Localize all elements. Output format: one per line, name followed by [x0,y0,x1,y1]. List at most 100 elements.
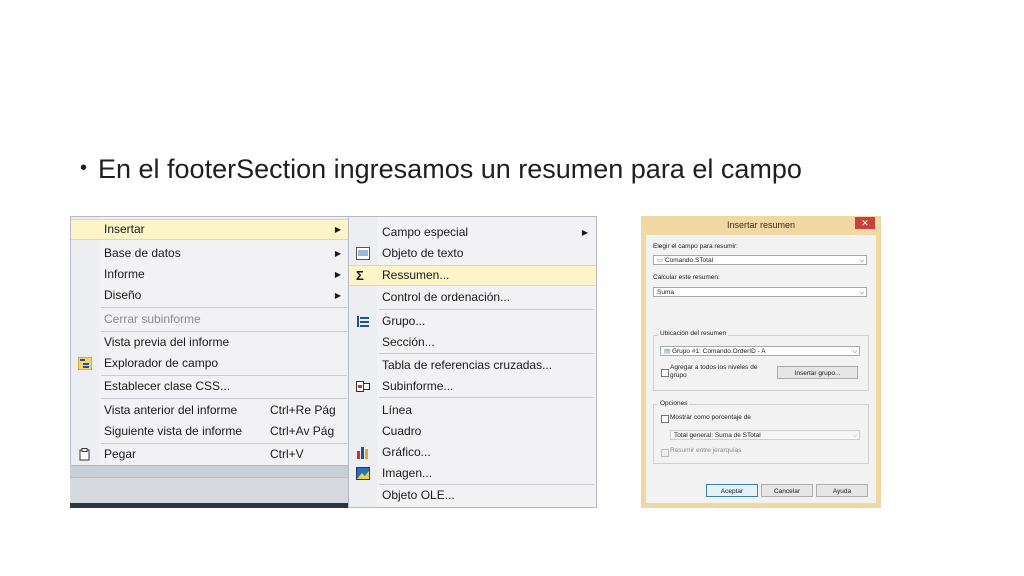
menu-item-label: Explorador de campo [104,356,219,370]
submenu-arrow-icon: ▶ [581,228,588,237]
chevron-down-icon: ⌵ [852,349,857,355]
chevron-down-icon: ⌵ [852,433,857,439]
menu-item-grafico[interactable]: Gráfico... [349,442,596,463]
menu-item-imagen[interactable]: Imagen... [349,463,596,484]
menu-item-linea[interactable]: Línea [349,400,596,421]
context-menu-screenshot: Insertar ▶ Base de datos ▶ Informe ▶ Dis… [70,216,597,508]
group-icon: ▤ [664,348,672,355]
menu-item-label: Sección... [382,335,435,349]
percent-select: Total general: Suma de STotal ⌵ [670,430,860,440]
menu-item-label: Establecer clase CSS... [104,379,231,393]
calc-label: Calcular este resumen: [653,274,720,281]
menu-item-siguiente-vista[interactable]: Siguiente vista de informe Ctrl+Av Pág [71,421,349,442]
hierarchy-checkbox [661,449,669,457]
menu-item-ressumen[interactable]: Σ Ressumen... [349,265,596,286]
percent-label: Mostrar como porcentaje de [670,414,751,421]
menu-item-subinforme[interactable]: Subinforme... [349,376,596,397]
menu-item-cerrar-subinforme: Cerrar subinforme [71,309,349,330]
menu-item-pegar[interactable]: Pegar Ctrl+V [71,444,349,465]
menu-item-base-de-datos[interactable]: Base de datos ▶ [71,243,349,264]
menu-separator [101,398,347,399]
menu-item-label: Base de datos [104,246,181,260]
calc-select-value: Suma [657,289,674,296]
menu-separator [101,307,347,308]
menu-separator [379,353,594,354]
chart-icon [357,447,368,459]
menu-item-label: Gráfico... [382,445,431,459]
location-groupbox [653,335,869,391]
location-select[interactable]: ▤ Grupo #1: Comando.OrderID - A ⌵ [660,346,860,356]
menu-item-shortcut: Ctrl+V [270,447,304,461]
slide-bullet: • En el footerSection ingresamos un resum… [80,154,802,185]
add-all-levels-label-2: grupo [670,372,687,379]
insert-group-button[interactable]: Insertar grupo... [777,366,858,379]
field-select[interactable]: ▭ Comando.STotal ⌵ [653,255,867,265]
chevron-down-icon: ⌵ [859,290,864,296]
add-all-levels-label: Agregar a todos los niveles de [670,364,758,371]
menu-item-label: Objeto OLE... [382,488,455,502]
menu-item-label: Tabla de referencias cruzadas... [382,358,553,372]
calc-select[interactable]: Suma ⌵ [653,287,867,297]
cancel-button[interactable]: Cancelar [761,484,813,497]
close-icon[interactable]: ✕ [855,217,875,229]
menu-item-objeto-texto[interactable]: Objeto de texto [349,243,596,264]
dialog-body: Elegir el campo para resumir: ▭ Comando.… [646,235,876,503]
menu-item-tabla-referencias[interactable]: Tabla de referencias cruzadas... [349,355,596,376]
menu-item-label: Cerrar subinforme [104,312,201,326]
menu-item-label: Objeto de texto [382,246,464,260]
menu-item-campo-especial[interactable]: Campo especial ▶ [349,222,596,243]
group-icon [357,316,369,327]
add-all-levels-checkbox[interactable] [661,369,669,377]
menu-item-seccion[interactable]: Sección... [349,332,596,353]
menu-item-explorador-campo[interactable]: Explorador de campo [71,353,349,374]
menu-item-label: Imagen... [382,466,433,480]
menu-item-vista-anterior[interactable]: Vista anterior del informe Ctrl+Re Pág [71,400,349,421]
field-icon: ▭ [657,257,665,264]
menu-item-shortcut: Ctrl+Av Pág [270,424,335,438]
percent-select-value: Total general: Suma de STotal [674,432,761,439]
help-button[interactable]: Ayuda [816,484,868,497]
menu-item-label: Diseño [104,288,142,302]
subreport-icon [356,381,370,392]
menu-item-grupo[interactable]: Grupo... [349,311,596,332]
menu-item-label: Insertar [104,222,145,236]
menu-item-label: Vista anterior del informe [104,403,238,417]
menu-item-insertar[interactable]: Insertar ▶ [71,219,349,240]
location-group-title: Ubicación del resumen [658,330,729,337]
bullet-dot: • [80,157,88,179]
sigma-icon: Σ [356,268,364,283]
menu-item-cuadro[interactable]: Cuadro [349,421,596,442]
menu-item-label: Cuadro [382,424,422,438]
percent-checkbox[interactable] [661,415,669,423]
menu-item-label: Siguiente vista de informe [104,424,243,438]
menu-item-informe[interactable]: Informe ▶ [71,264,349,285]
submenu-arrow-icon: ▶ [334,249,341,258]
field-label: Elegir el campo para resumir: [653,243,738,250]
menu-item-shortcut: Ctrl+Re Pág [270,403,336,417]
field-explorer-icon [78,357,92,370]
options-group-title: Opciones [658,400,690,407]
menu-item-label: Grupo... [382,314,426,328]
menu-item-diseno[interactable]: Diseño ▶ [71,285,349,306]
submenu-arrow-icon: ▶ [334,270,341,279]
image-icon [356,467,370,480]
submenu-arrow-icon: ▶ [334,225,341,234]
context-menu-insertar: Campo especial ▶ Objeto de texto Σ Ressu… [348,216,597,508]
menu-item-label: Control de ordenación... [382,290,511,304]
menu-item-establecer-css[interactable]: Establecer clase CSS... [71,376,349,397]
menu-item-label: Vista previa del informe [104,335,230,349]
text-object-icon [356,247,370,260]
menu-separator [379,397,594,398]
ok-button[interactable]: Aceptar [706,484,758,497]
menu-item-objeto-ole[interactable]: Objeto OLE... [349,485,596,506]
context-menu-main: Insertar ▶ Base de datos ▶ Informe ▶ Dis… [70,216,350,466]
field-select-value: Comando.STotal [664,257,714,264]
menu-separator [379,309,594,310]
menu-item-control-ordenacion[interactable]: Control de ordenación... [349,287,596,308]
chevron-down-icon: ⌵ [859,258,864,264]
dialog-title: Insertar resumen [726,220,796,230]
menu-item-label: Pegar [104,447,137,461]
menu-item-label: Informe [104,267,145,281]
menu-item-vista-previa[interactable]: Vista previa del informe [71,332,349,353]
submenu-arrow-icon: ▶ [334,291,341,300]
